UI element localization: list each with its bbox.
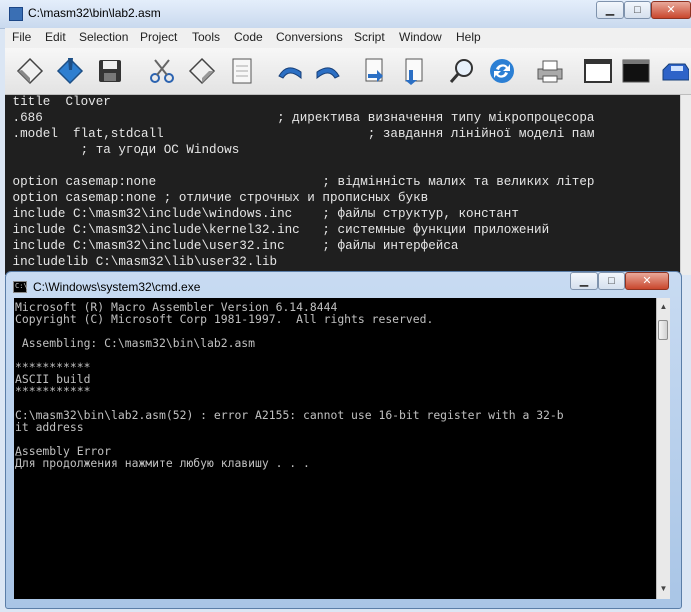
app-icon <box>9 7 23 21</box>
console-window-button[interactable] <box>581 54 615 88</box>
console-line: Copyright (C) Microsoft Corp 1981-1997. … <box>15 312 434 326</box>
open-file-button[interactable] <box>53 54 87 88</box>
close-icon: ✕ <box>642 275 652 287</box>
scroll-thumb[interactable] <box>658 320 668 340</box>
code-line: .686 ; директива визначення типу мікропр… <box>5 111 595 125</box>
find-button[interactable] <box>445 54 479 88</box>
menu-code[interactable]: Code <box>234 30 263 44</box>
scroll-up-arrow-icon[interactable]: ▲ <box>658 300 669 314</box>
close-button[interactable]: ✕ <box>651 1 691 19</box>
close-icon: ✕ <box>666 4 676 16</box>
code-line: option casemap:none ; відмінність малих … <box>5 175 595 189</box>
insert-file-button[interactable] <box>397 54 431 88</box>
console-line: Для продолжения нажмите любую клавишу . … <box>15 456 310 470</box>
cmd-close-button[interactable]: ✕ <box>625 272 669 290</box>
paste-file-icon <box>365 58 383 82</box>
menu-edit[interactable]: Edit <box>45 30 66 44</box>
menu-selection[interactable]: Selection <box>79 30 128 44</box>
menu-script[interactable]: Script <box>354 30 385 44</box>
menu-window[interactable]: Window <box>399 30 442 44</box>
console-output[interactable]: Microsoft (R) Macro Assembler Version 6.… <box>14 298 656 599</box>
replace-icon <box>490 59 514 83</box>
cmd-prompt-icon <box>622 59 650 83</box>
console-line: C:\masm32\bin\lab2.asm(52) : error A2155… <box>15 408 564 422</box>
toolbar <box>5 48 691 95</box>
menu-file[interactable]: File <box>12 30 31 44</box>
redo-button[interactable] <box>311 54 345 88</box>
code-line: include C:\masm32\include\windows.inc ; … <box>5 207 519 221</box>
car-icon <box>662 63 689 81</box>
cut-icon <box>150 59 174 83</box>
menu-conversions[interactable]: Conversions <box>276 30 343 44</box>
new-file-icon <box>16 57 44 85</box>
open-file-icon <box>56 57 84 85</box>
console-line: it address <box>15 420 84 434</box>
new-file-button[interactable] <box>13 54 47 88</box>
minimize-button[interactable]: ▁ <box>596 1 624 19</box>
undo-icon <box>278 67 302 80</box>
editor-titlebar: C:\masm32\bin\lab2.asm ▁ □ ✕ <box>0 0 691 29</box>
editor-window-title: C:\masm32\bin\lab2.asm <box>28 6 161 20</box>
paste-icon <box>232 58 252 84</box>
menu-help[interactable]: Help <box>456 30 481 44</box>
maximize-button[interactable]: □ <box>624 1 651 19</box>
undo-button[interactable] <box>273 54 307 88</box>
console-line: Assembling: C:\masm32\bin\lab2.asm <box>15 336 256 350</box>
code-line: ; та угоди ОС Windows <box>5 143 240 157</box>
cut-button[interactable] <box>145 54 179 88</box>
cmd-window-title: C:\Windows\system32\cmd.exe <box>33 280 201 294</box>
menu-tools[interactable]: Tools <box>192 30 220 44</box>
code-line: title Clover <box>5 95 111 109</box>
copy-button[interactable] <box>185 54 219 88</box>
minimize-icon: ▁ <box>605 4 615 16</box>
cmd-window-icon: C:\ <box>13 281 28 293</box>
paste-button[interactable] <box>225 54 259 88</box>
paste-file-button[interactable] <box>357 54 391 88</box>
code-line: .model flat,stdcall ; завдання лінійної … <box>5 127 595 141</box>
maximize-icon: □ <box>608 275 615 287</box>
code-line: includelib C:\masm32\lib\user32.lib <box>5 255 278 269</box>
cmd-minimize-button[interactable]: ▁ <box>570 272 598 290</box>
menu-bar: File Edit Selection Project Tools Code C… <box>5 28 691 49</box>
code-line: include C:\masm32\include\kernel32.inc ;… <box>5 223 550 237</box>
minimize-icon: ▁ <box>579 275 589 287</box>
insert-file-icon <box>405 58 423 85</box>
car-button[interactable] <box>657 54 691 88</box>
save-button[interactable] <box>93 54 127 88</box>
maximize-icon: □ <box>634 4 641 16</box>
save-icon <box>99 60 121 82</box>
print-button[interactable] <box>533 54 567 88</box>
find-icon <box>449 59 473 83</box>
console-window-icon <box>584 59 612 83</box>
code-line: option casemap:none ; отличие строчных и… <box>5 191 429 205</box>
redo-icon <box>316 67 340 80</box>
menu-project[interactable]: Project <box>140 30 177 44</box>
copy-icon <box>188 57 216 85</box>
print-icon <box>537 60 563 83</box>
code-line: include C:\masm32\include\user32.inc ; ф… <box>5 239 459 253</box>
replace-button[interactable] <box>485 54 519 88</box>
cmd-scrollbar[interactable]: ▲ ▼ <box>656 298 670 599</box>
scroll-down-arrow-icon[interactable]: ▼ <box>658 582 669 596</box>
code-editor[interactable]: title Clover .686 ; директива визначення… <box>5 95 680 275</box>
cmd-maximize-button[interactable]: □ <box>598 272 625 290</box>
cmd-prompt-button[interactable] <box>619 54 653 88</box>
editor-scrollbar[interactable] <box>680 95 691 275</box>
console-line: *********** <box>15 384 91 398</box>
